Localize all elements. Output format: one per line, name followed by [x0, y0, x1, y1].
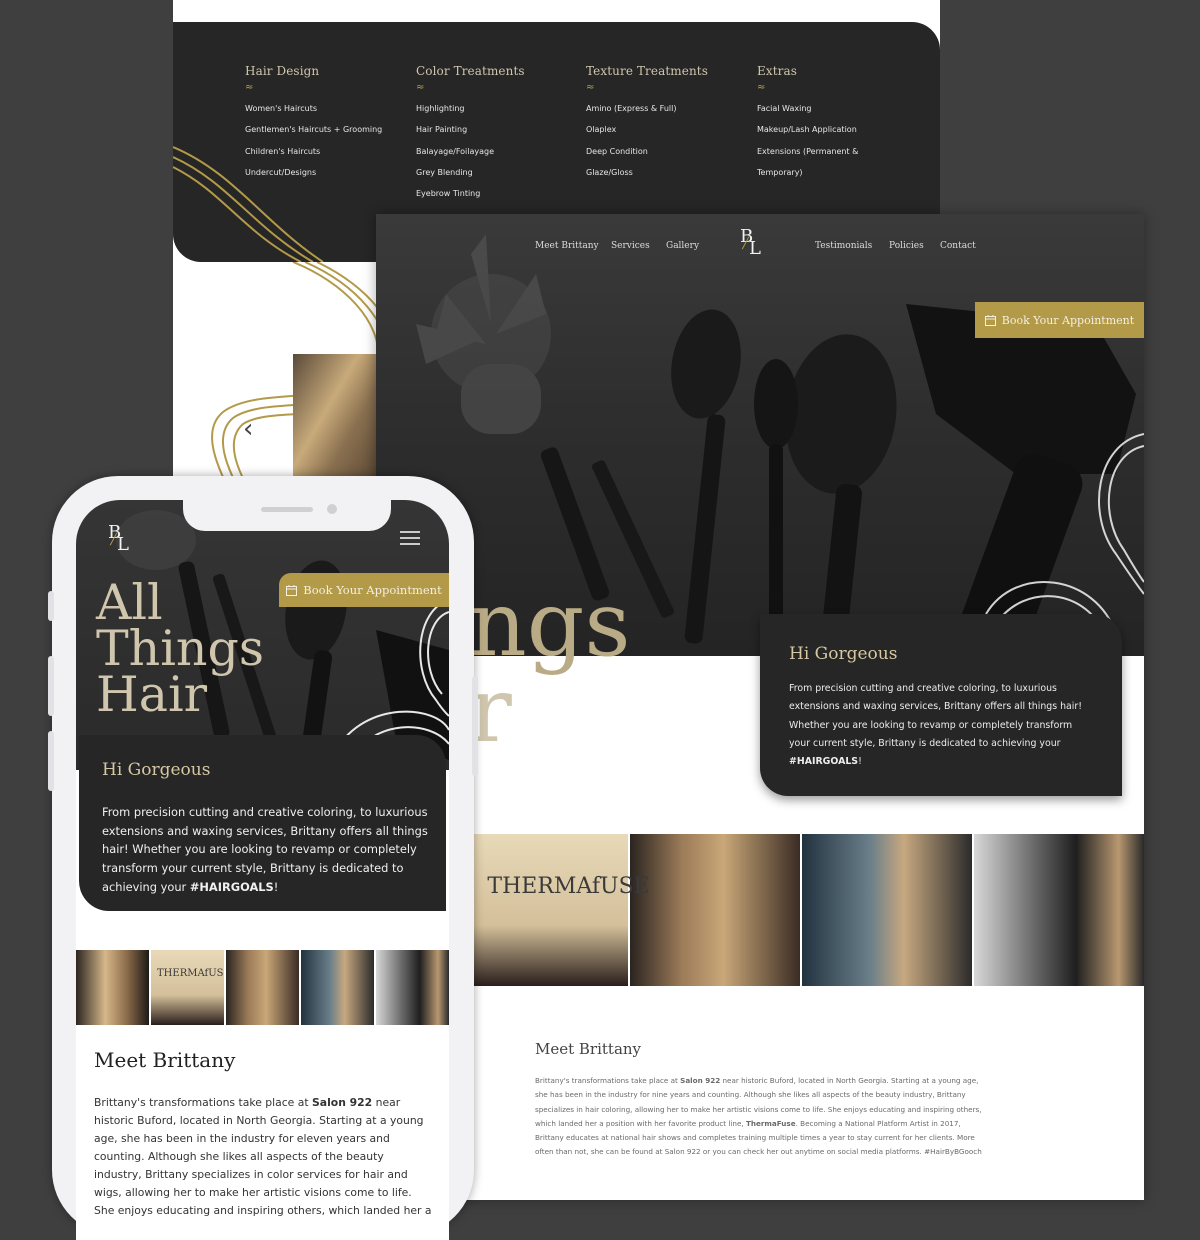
intro-end: ! [273, 879, 279, 894]
meet-brittany-text: Brittany's transformations take place at… [535, 1074, 987, 1160]
strip-photo-braids [629, 834, 802, 986]
strip-photo-thermafuse: THERMAfUSE [457, 834, 650, 986]
strip-photo-portrait [76, 950, 151, 1025]
service-column-title: Texture Treatments [586, 64, 708, 78]
service-item[interactable]: Amino (Express & Full) [586, 98, 751, 119]
book-appointment-label: Book Your Appointment [303, 583, 442, 597]
strip-photo-braids [226, 950, 301, 1025]
hamburger-menu-icon[interactable] [400, 530, 420, 546]
salon-name: Salon 922 [680, 1076, 721, 1085]
book-appointment-button[interactable]: Book Your Appointment [279, 573, 449, 607]
intro-text: From precision cutting and creative colo… [102, 803, 432, 897]
photo-strip: THERMAfUSE [76, 950, 449, 1025]
thermafuse-caption: THERMAfUSE [157, 968, 226, 979]
service-item[interactable]: Women's Haircuts [245, 98, 410, 119]
tilde-divider: ≈ [586, 82, 595, 93]
strip-photo-thermafuse: THERMAfUSE [151, 950, 226, 1025]
service-item[interactable]: Extensions (Permanent & [757, 141, 922, 162]
phone-camera [327, 504, 337, 514]
intro-hashtag: #HAIRGOALS [789, 756, 859, 768]
meet-brittany-title: Meet Brittany [535, 1040, 642, 1058]
meet-brittany-text: Brittany's transformations take place at… [94, 1094, 434, 1220]
meet-text-part: Brittany's transformations take place at [94, 1096, 313, 1109]
mobile-phone-frame: B L All Things Hair Book Your Appointmen… [48, 476, 478, 1240]
service-item[interactable]: Temporary) [757, 162, 922, 183]
tilde-divider: ≈ [757, 82, 766, 93]
meet-text-part: Brittany's transformations take place at [535, 1076, 681, 1085]
logo-letter-l: L [117, 534, 129, 555]
service-item[interactable]: Makeup/Lash Application [757, 119, 922, 140]
nav-link-meet-brittany[interactable]: Meet Brittany [535, 241, 599, 251]
service-column-extras: Extras ≈ Facial Waxing Makeup/Lash Appli… [757, 64, 922, 183]
bl-logo[interactable]: B L [108, 522, 138, 562]
thermafuse-caption: THERMAfUSE [487, 874, 650, 899]
intro-hashtag: #HAIRGOALS [189, 879, 274, 894]
phone-side-button [48, 731, 54, 791]
service-item[interactable]: Highlighting [416, 98, 581, 119]
phone-side-button [48, 591, 54, 621]
service-column-hair-design: Hair Design ≈ Women's Haircuts Gentlemen… [245, 64, 410, 183]
mobile-homepage-preview: B L All Things Hair Book Your Appointmen… [76, 500, 449, 1240]
intro-card: Hi Gorgeous From precision cutting and c… [760, 614, 1122, 796]
strip-photo-demo [376, 950, 449, 1025]
top-navigation: Meet Brittany Services Gallery B L Testi… [376, 214, 1144, 280]
bl-logo[interactable]: B L [740, 226, 770, 266]
service-item[interactable]: Gentlemen's Haircuts + Grooming [245, 119, 410, 140]
intro-title: Hi Gorgeous [102, 760, 211, 780]
intro-card: Hi Gorgeous From precision cutting and c… [79, 735, 446, 911]
chevron-left-icon[interactable]: ‹ [243, 416, 253, 442]
mobile-hero-section: B L All Things Hair Book Your Appointmen… [76, 500, 449, 770]
strip-photo-stylists [301, 950, 376, 1025]
service-item[interactable]: Glaze/Gloss [586, 162, 751, 183]
intro-title: Hi Gorgeous [789, 644, 898, 664]
intro-body: From precision cutting and creative colo… [789, 683, 1083, 749]
service-item[interactable]: Facial Waxing [757, 98, 922, 119]
nav-link-gallery[interactable]: Gallery [666, 241, 699, 251]
intro-end: ! [858, 756, 862, 768]
service-item[interactable]: Balayage/Foilayage [416, 141, 581, 162]
desktop-homepage-preview: Meet Brittany Services Gallery B L Testi… [376, 214, 1144, 1200]
meet-brittany-title: Meet Brittany [94, 1048, 236, 1072]
salon-name: Salon 922 [312, 1096, 373, 1109]
strip-photo-demo [973, 834, 1144, 986]
service-item[interactable]: Children's Haircuts [245, 141, 410, 162]
service-item[interactable]: Deep Condition [586, 141, 751, 162]
photo-strip: THERMAfUSE [376, 834, 1144, 986]
service-column-texture-treatments: Texture Treatments ≈ Amino (Express & Fu… [586, 64, 751, 183]
calendar-icon [286, 584, 298, 596]
hero-title-line: Hair [96, 666, 208, 723]
phone-speaker [261, 507, 313, 512]
mobile-hero-title: All Things Hair [96, 578, 264, 723]
meet-text-part: near historic Buford, located in North G… [94, 1096, 432, 1217]
intro-text: From precision cutting and creative colo… [789, 680, 1089, 771]
service-column-title: Extras [757, 64, 797, 78]
strip-photo-stylists [801, 834, 974, 986]
service-column-color-treatments: Color Treatments ≈ Highlighting Hair Pai… [416, 64, 581, 204]
phone-notch [183, 500, 391, 531]
nav-link-contact[interactable]: Contact [940, 241, 976, 251]
service-column-title: Color Treatments [416, 64, 525, 78]
book-appointment-button[interactable]: Book Your Appointment [975, 302, 1144, 338]
service-item[interactable]: Hair Painting [416, 119, 581, 140]
service-item[interactable]: Undercut/Designs [245, 162, 410, 183]
phone-power-button [472, 676, 478, 776]
service-item[interactable]: Eyebrow Tinting [416, 183, 581, 204]
tilde-divider: ≈ [245, 82, 254, 93]
tilde-divider: ≈ [416, 82, 425, 93]
service-item[interactable]: Olaplex [586, 119, 751, 140]
nav-link-services[interactable]: Services [611, 241, 650, 251]
service-column-title: Hair Design [245, 64, 320, 78]
service-item[interactable]: Grey Blending [416, 162, 581, 183]
brand-name: ThermaFuse [745, 1118, 796, 1128]
calendar-icon [984, 314, 996, 326]
book-appointment-label: Book Your Appointment [1001, 313, 1135, 327]
nav-link-policies[interactable]: Policies [889, 241, 924, 251]
phone-side-button [48, 656, 54, 716]
nav-link-testimonials[interactable]: Testimonials [815, 241, 872, 251]
logo-letter-l: L [749, 238, 761, 259]
